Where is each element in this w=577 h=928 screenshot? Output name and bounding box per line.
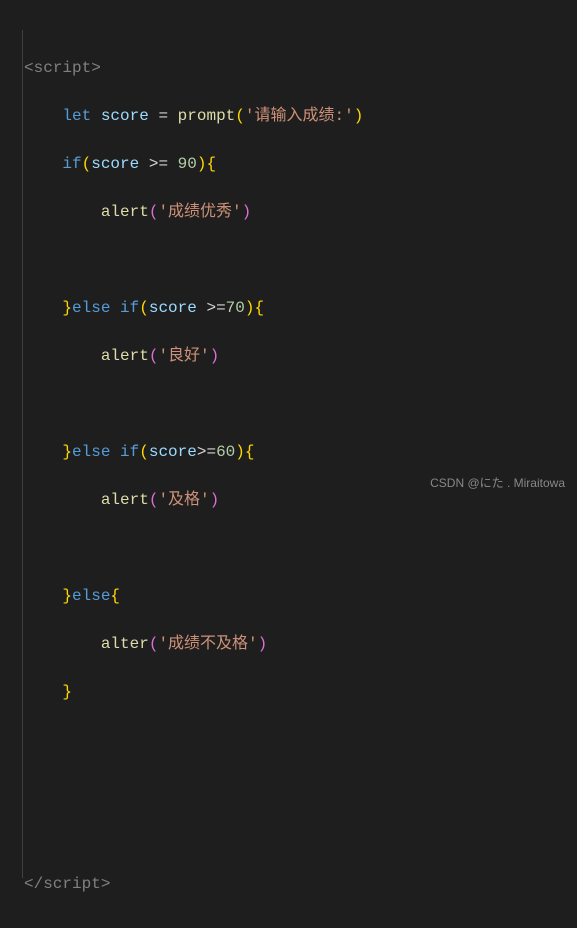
code-line: } (24, 680, 577, 704)
code-line (24, 776, 577, 800)
code-line: </script> (24, 872, 577, 896)
code-line: if(score >= 90){ (24, 152, 577, 176)
code-line (24, 824, 577, 848)
code-line: }else if(score>=60){ (24, 440, 577, 464)
code-line: <script> (24, 56, 577, 80)
watermark-text: CSDN @にた . Miraitowa (430, 474, 565, 492)
code-line (24, 248, 577, 272)
code-line: let score = prompt('请输入成绩:') (24, 104, 577, 128)
code-line (24, 728, 577, 752)
code-line (24, 536, 577, 560)
code-line: }else if(score >=70){ (24, 296, 577, 320)
code-line: alter('成绩不及格') (24, 632, 577, 656)
code-line: alert('成绩优秀') (24, 200, 577, 224)
code-line (24, 392, 577, 416)
code-line: }else{ (24, 584, 577, 608)
code-line: alert('良好') (24, 344, 577, 368)
code-block: <script> let score = prompt('请输入成绩:') if… (0, 0, 577, 928)
